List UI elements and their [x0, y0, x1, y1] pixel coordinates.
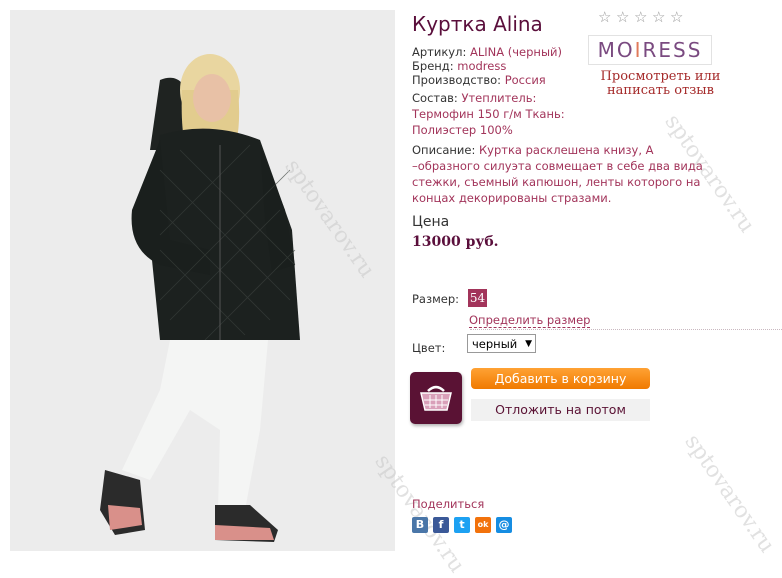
watermark: sptovarov.ru [679, 430, 780, 558]
brand-value[interactable]: modress [457, 59, 506, 73]
size-label: Размер: [412, 292, 460, 306]
product-photo[interactable] [10, 10, 395, 551]
share-label: Поделиться [412, 497, 485, 511]
cart-icon-button[interactable] [410, 372, 462, 424]
description: Описание: Куртка расклешена книзу, А –об… [412, 142, 703, 206]
share-icons: В f t ok @ [412, 517, 512, 533]
star-icon[interactable]: ☆ [670, 10, 685, 25]
origin-value: Россия [504, 73, 546, 87]
star-icon[interactable]: ☆ [616, 10, 631, 25]
description-line: стежки, съемный капюшон, ленты которого … [412, 175, 701, 189]
twitter-icon[interactable]: t [454, 517, 470, 533]
brand-label: Бренд: [412, 59, 454, 73]
color-select-value: черный [472, 337, 518, 351]
woman-in-jacket-image [100, 54, 300, 542]
add-to-cart-button[interactable]: Добавить в корзину [471, 368, 650, 389]
origin-row: Производство: Россия [412, 72, 546, 88]
size-guide-link[interactable]: Определить размер [469, 313, 591, 328]
composition-line: Полиэстер 100% [412, 123, 513, 137]
logo-text-mid: I [634, 38, 643, 62]
color-label: Цвет: [412, 341, 446, 355]
description-label: Описание: [412, 143, 476, 157]
facebook-icon[interactable]: f [433, 517, 449, 533]
color-select[interactable]: черный ▼ [467, 334, 536, 353]
logo-text-right: RESS [642, 38, 703, 62]
logo-text-left: MO [597, 38, 635, 62]
composition-label: Состав: [412, 91, 458, 105]
composition-line: Термофин 150 г/м Ткань: [412, 107, 565, 121]
rating-stars[interactable]: ☆ ☆ ☆ ☆ ☆ [598, 10, 685, 25]
star-icon[interactable]: ☆ [652, 10, 667, 25]
price-label: Цена [412, 214, 450, 230]
dropdown-arrow-icon: ▼ [525, 339, 532, 349]
product-title: Куртка Alina [412, 12, 543, 36]
description-line: Куртка расклешена книзу, А [479, 143, 654, 157]
review-link[interactable]: Просмотреть или написать отзыв [598, 70, 723, 98]
article-value: ALINA (черный) [469, 45, 562, 59]
size-option[interactable]: 54 [468, 289, 487, 307]
divider [470, 329, 782, 330]
vk-icon[interactable]: В [412, 517, 428, 533]
odnoklassniki-icon[interactable]: ok [475, 517, 491, 533]
brand-logo[interactable]: MO I RESS [588, 35, 712, 65]
composition: Состав: Утеплитель: Термофин 150 г/м Тка… [412, 90, 565, 138]
save-for-later-button[interactable]: Отложить на потом [471, 399, 650, 421]
star-icon[interactable]: ☆ [598, 10, 613, 25]
article-label: Артикул: [412, 45, 467, 59]
description-line: –образного силуэта совмещает в себе два … [412, 159, 703, 173]
mail-icon[interactable]: @ [496, 517, 512, 533]
composition-line: Утеплитель: [461, 91, 537, 105]
origin-label: Производство: [412, 73, 502, 87]
star-icon[interactable]: ☆ [634, 10, 649, 25]
description-line: концах декорированы стразами. [412, 191, 612, 205]
basket-icon [420, 385, 452, 411]
price-value: 13000 руб. [412, 234, 499, 250]
